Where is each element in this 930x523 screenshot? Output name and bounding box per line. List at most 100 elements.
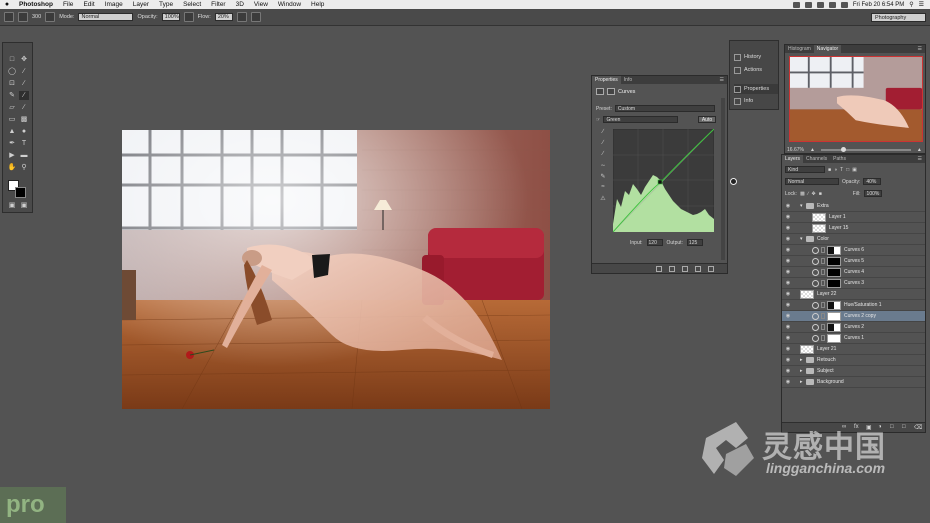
- move-tool-icon[interactable]: ✥: [19, 55, 29, 64]
- menu-filter[interactable]: Filter: [206, 1, 230, 8]
- mode-select[interactable]: Normal: [78, 13, 134, 21]
- lock-all-icon[interactable]: ■: [819, 191, 822, 197]
- menu-image[interactable]: Image: [100, 1, 128, 8]
- tray-icon[interactable]: [804, 1, 812, 8]
- canvas-image[interactable]: [122, 130, 550, 409]
- visibility-eye-icon[interactable]: ◉: [782, 379, 794, 385]
- zoom-tool-icon[interactable]: ⚲: [19, 163, 29, 172]
- quick-mask-icon[interactable]: ▣: [7, 201, 17, 210]
- layer-row[interactable]: ◉ Layer 15: [782, 223, 925, 234]
- layer-mask-thumbnail[interactable]: [827, 300, 841, 310]
- stamp-tool-icon[interactable]: ▱: [7, 103, 17, 112]
- mask-link-icon[interactable]: [821, 302, 825, 308]
- battery-icon[interactable]: [840, 1, 848, 8]
- layer-row[interactable]: ◉ Curves 4: [782, 267, 925, 278]
- layer-mask-thumbnail[interactable]: [827, 245, 841, 255]
- dock-actions[interactable]: Actions: [734, 65, 778, 75]
- tab-histogram[interactable]: Histogram: [785, 45, 814, 53]
- zoom-value[interactable]: 16.67%: [787, 147, 804, 153]
- pen-tool-icon[interactable]: ✒: [7, 139, 17, 148]
- background-color-swatch[interactable]: [15, 187, 26, 198]
- mask-link-icon[interactable]: [821, 280, 825, 286]
- layer-row[interactable]: ◉ Hue/Saturation 1: [782, 300, 925, 311]
- visibility-eye-icon[interactable]: ◉: [782, 269, 794, 275]
- filter-adjust-icon[interactable]: ◑: [834, 167, 837, 173]
- dock-info[interactable]: Info: [734, 96, 778, 106]
- lock-pixels-icon[interactable]: ▩: [800, 191, 805, 197]
- tray-icon[interactable]: [792, 1, 800, 8]
- layer-row[interactable]: ◉ Curves 6: [782, 245, 925, 256]
- panel-menu-icon[interactable]: ☰: [915, 45, 925, 53]
- layer-mask-thumbnail[interactable]: [827, 311, 841, 321]
- layer-opacity-field[interactable]: 40%: [863, 178, 882, 185]
- input-field[interactable]: 120: [646, 239, 663, 246]
- lock-move-icon[interactable]: ✥: [812, 191, 816, 197]
- auto-button[interactable]: Auto: [698, 116, 716, 123]
- layer-thumbnail[interactable]: [812, 223, 826, 233]
- mask-icon[interactable]: [607, 88, 615, 95]
- flow-field[interactable]: 20%: [214, 13, 233, 21]
- tab-properties[interactable]: Properties: [592, 76, 621, 84]
- black-point-eyedropper-icon[interactable]: ∕: [597, 129, 609, 140]
- type-tool-icon[interactable]: T: [19, 139, 29, 148]
- workspace-select[interactable]: Photography: [871, 13, 926, 22]
- navigator-thumbnail[interactable]: [789, 56, 923, 142]
- dock-properties[interactable]: Properties: [734, 84, 778, 94]
- menu-select[interactable]: Select: [178, 1, 206, 8]
- layer-mask-thumbnail[interactable]: [827, 278, 841, 288]
- filter-smart-icon[interactable]: ▣: [852, 167, 857, 173]
- layer-row[interactable]: ◉ Curves 3: [782, 278, 925, 289]
- filter-pixel-icon[interactable]: ■: [828, 167, 831, 173]
- visibility-eye-icon[interactable]: ◉: [782, 313, 794, 319]
- panel-menu-icon[interactable]: ☰: [717, 76, 727, 84]
- layer-thumbnail[interactable]: [800, 344, 814, 354]
- layer-thumbnail[interactable]: [800, 289, 814, 299]
- quick-select-tool-icon[interactable]: ∕: [19, 67, 29, 76]
- brush-tool-icon[interactable]: ∕: [19, 91, 29, 100]
- menu-layer[interactable]: Layer: [128, 1, 154, 8]
- layer-row[interactable]: ◉ Layer 1: [782, 212, 925, 223]
- list-icon[interactable]: ☰: [919, 1, 924, 8]
- layer-row[interactable]: ◉ Layer 21: [782, 344, 925, 355]
- visibility-eye-icon[interactable]: ◉: [782, 302, 794, 308]
- visibility-eye-icon[interactable]: ◉: [782, 291, 794, 297]
- menu-window[interactable]: Window: [273, 1, 306, 8]
- menu-photoshop[interactable]: Photoshop: [14, 1, 58, 8]
- mask-link-icon[interactable]: [821, 335, 825, 341]
- lock-paint-icon[interactable]: ∕: [808, 191, 809, 197]
- visibility-eye-icon[interactable]: ◉: [782, 357, 794, 363]
- layer-row[interactable]: ◉ Layer 22: [782, 289, 925, 300]
- trash-icon[interactable]: [708, 266, 714, 272]
- brush-preset-icon[interactable]: [18, 12, 28, 22]
- tray-icon[interactable]: [816, 1, 824, 8]
- pressure-opacity-icon[interactable]: [183, 12, 194, 22]
- layer-mask-thumbnail[interactable]: [827, 256, 841, 266]
- layer-kind-select[interactable]: Kind: [785, 166, 825, 173]
- target-adjust-icon[interactable]: ☞: [596, 117, 600, 123]
- pencil-icon[interactable]: ✎: [597, 173, 609, 184]
- screen-mode-icon[interactable]: ▣: [19, 201, 29, 210]
- crop-tool-icon[interactable]: ⊡: [7, 79, 17, 88]
- output-field[interactable]: 125: [686, 239, 703, 246]
- pressure-size-icon[interactable]: [250, 12, 261, 22]
- layer-mask-thumbnail[interactable]: [827, 322, 841, 332]
- mask-link-icon[interactable]: [821, 324, 825, 330]
- layer-thumbnail[interactable]: [812, 212, 826, 222]
- curve-point[interactable]: [657, 179, 663, 185]
- visibility-icon[interactable]: [695, 266, 701, 272]
- curve-edit-icon[interactable]: ∼: [597, 162, 609, 173]
- layer-row[interactable]: ◉ ▸ Retouch: [782, 355, 925, 366]
- smooth-icon[interactable]: ≈: [597, 184, 609, 195]
- tab-layers[interactable]: Layers: [782, 155, 804, 163]
- preset-select[interactable]: Custom: [614, 105, 715, 112]
- menu-file[interactable]: File: [58, 1, 78, 8]
- layer-row[interactable]: ◉ Curves 5: [782, 256, 925, 267]
- airbrush-icon[interactable]: [236, 12, 247, 22]
- marquee-tool-icon[interactable]: □: [7, 55, 17, 64]
- layer-row[interactable]: ◉ ▸ Background: [782, 377, 925, 388]
- visibility-eye-icon[interactable]: ◉: [782, 280, 794, 286]
- clip-to-layer-icon[interactable]: [656, 266, 662, 272]
- brush-tool-icon[interactable]: [4, 12, 14, 22]
- visibility-eye-icon[interactable]: ◉: [782, 324, 794, 330]
- tab-info[interactable]: Info: [621, 76, 635, 84]
